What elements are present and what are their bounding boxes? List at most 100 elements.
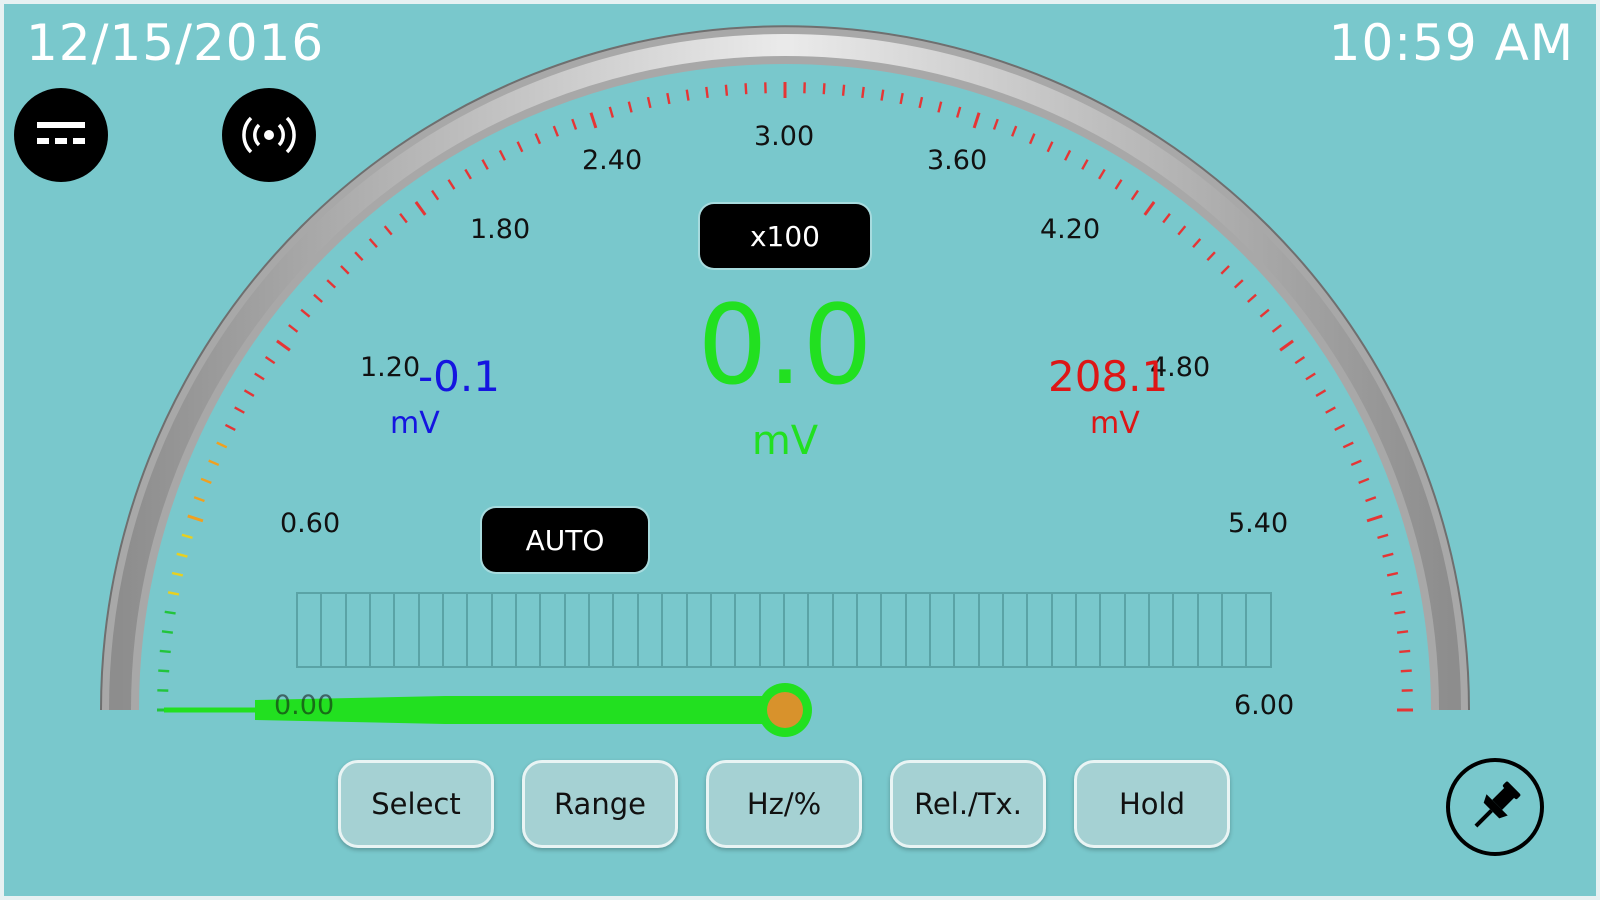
min-reading-unit: mV — [390, 406, 440, 441]
bargraph-segment — [834, 594, 858, 666]
gauge-tick — [1394, 610, 1406, 615]
bargraph-segment — [639, 594, 664, 666]
gauge-tick — [224, 423, 236, 431]
bargraph-segment — [809, 594, 834, 666]
bargraph-segment — [1223, 594, 1248, 666]
gauge-tick — [1390, 591, 1403, 596]
wireless-signal-icon — [242, 116, 296, 154]
scale-label-7: 4.20 — [1040, 214, 1101, 245]
select-button[interactable]: Select — [338, 760, 494, 848]
gauge-tick — [1114, 179, 1123, 190]
gauge-tick — [1046, 141, 1054, 153]
gauge-tick — [1259, 308, 1270, 318]
gauge-tick — [666, 92, 671, 105]
gauge-tick — [234, 406, 245, 414]
gauge-tick — [1143, 201, 1156, 216]
bargraph-segment — [1199, 594, 1224, 666]
gauge-tick — [264, 356, 276, 365]
bargraph-segment — [347, 594, 372, 666]
gauge-tick — [1177, 225, 1187, 236]
scale-label-6: 3.60 — [927, 145, 988, 176]
gauge-tick — [399, 213, 408, 224]
gauge-tick — [724, 84, 729, 96]
gauge-tick — [176, 552, 188, 558]
scale-label-9: 5.40 — [1228, 508, 1289, 539]
gauge-tick — [744, 83, 748, 95]
gauge-tick — [972, 112, 981, 129]
gauge-tick — [1399, 649, 1411, 654]
scale-label-0: 0.00 — [274, 690, 335, 721]
gauge-tick — [193, 496, 205, 503]
gauge-tick — [1400, 669, 1412, 673]
gauge-tick — [1358, 477, 1370, 484]
bargraph-segment — [1028, 594, 1053, 666]
gauge-tick — [1192, 238, 1202, 248]
gauge-tick — [1206, 251, 1216, 262]
bargraph-segment — [955, 594, 980, 666]
gauge-tick — [1325, 406, 1336, 414]
gauge-tick — [992, 118, 999, 130]
gauge-tick — [1011, 125, 1018, 137]
scale-label-1: 0.60 — [280, 508, 341, 539]
gauge-tick — [447, 179, 456, 190]
gauge-tick — [571, 118, 578, 130]
gauge-tick — [1294, 356, 1306, 365]
gauge-tick — [589, 112, 598, 129]
gauge-tick — [516, 141, 524, 153]
scale-label-10: 6.00 — [1234, 690, 1295, 721]
bargraph-segment — [468, 594, 493, 666]
wireless-connect-button[interactable] — [222, 88, 316, 182]
bargraph-segment — [1053, 594, 1077, 666]
bargraph-segment — [1247, 594, 1269, 666]
gauge-tick — [552, 125, 559, 137]
min-reading-value: -0.1 — [418, 352, 500, 401]
gauge-tick — [685, 89, 690, 101]
bargraph-segment — [1126, 594, 1151, 666]
gauge-tick — [288, 324, 299, 333]
gauge-tick — [208, 459, 220, 467]
bargraph-segment — [395, 594, 420, 666]
range-multiplier-badge: x100 — [700, 204, 870, 268]
bargraph-segment — [590, 594, 615, 666]
gauge-tick — [1064, 149, 1072, 161]
gauge-tick — [481, 159, 489, 170]
gauge-tick — [880, 89, 885, 101]
bargraph-segment — [882, 594, 907, 666]
gauge-tick — [841, 84, 846, 96]
bargraph-segment — [663, 594, 688, 666]
gauge-tick — [918, 96, 924, 109]
gauge-tick — [822, 83, 826, 95]
gauge-tick — [326, 279, 337, 289]
gauge-tick — [187, 514, 204, 523]
bargraph-segment — [517, 594, 542, 666]
gauge-tick — [216, 441, 228, 449]
gauge-tick — [368, 238, 378, 248]
bargraph-segment — [761, 594, 785, 666]
bargraph-segment — [688, 594, 712, 666]
hold-button[interactable]: Hold — [1074, 760, 1230, 848]
gauge-tick — [861, 86, 865, 99]
hz-percent-button[interactable]: Hz/% — [706, 760, 862, 848]
gauge-tick — [1098, 168, 1106, 180]
gauge-tick — [1342, 441, 1354, 449]
gauge-tick — [627, 101, 633, 113]
gauge-tick — [705, 86, 709, 99]
bargraph-segment — [1101, 594, 1126, 666]
gauge-tick — [414, 201, 427, 216]
relative-button[interactable]: Rel./Tx. — [890, 760, 1046, 848]
bargraph-segment — [858, 594, 883, 666]
pin-button[interactable] — [1446, 758, 1544, 856]
gauge-tick — [340, 265, 350, 275]
gauge-tick — [1366, 514, 1383, 523]
gauge-tick — [646, 96, 652, 109]
gauge-tick — [1130, 189, 1139, 201]
range-button[interactable]: Range — [522, 760, 678, 848]
gauge-tick — [159, 649, 171, 654]
bargraph-segment — [1150, 594, 1175, 666]
gauge-tick — [464, 168, 472, 180]
measurement-mode-button[interactable] — [14, 88, 108, 182]
gauge-tick — [1162, 213, 1171, 224]
bargraph-segment — [1004, 594, 1029, 666]
max-reading-unit: mV — [1090, 406, 1140, 441]
scale-label-3: 1.80 — [470, 214, 531, 245]
